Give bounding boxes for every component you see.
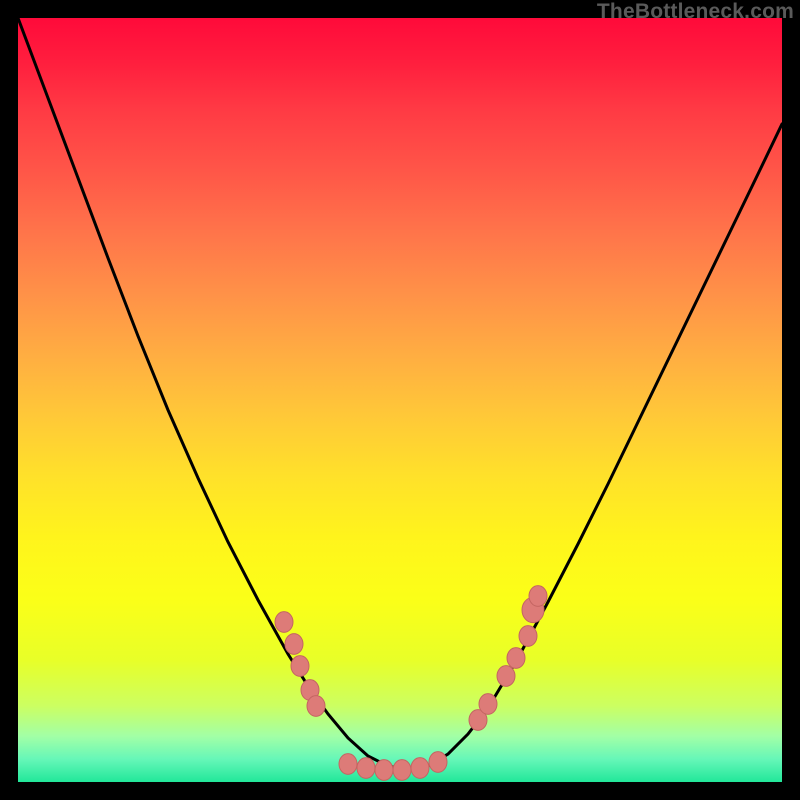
curve-marker <box>275 612 293 633</box>
curve-marker <box>507 648 525 669</box>
curve-marker <box>497 666 515 687</box>
curve-marker <box>519 626 537 647</box>
curve-marker <box>285 634 303 655</box>
curve-marker <box>429 752 447 773</box>
curve-marker <box>529 586 547 607</box>
curve-marker <box>307 696 325 717</box>
plot-area <box>18 18 782 782</box>
watermark-text: TheBottleneck.com <box>597 0 794 24</box>
bottleneck-curve <box>18 18 782 770</box>
chart-frame: TheBottleneck.com <box>0 0 800 800</box>
markers-group <box>275 586 547 781</box>
curve-marker <box>393 760 411 781</box>
curve-marker <box>375 760 393 781</box>
curve-marker <box>291 656 309 677</box>
curve-marker <box>339 754 357 775</box>
curve-marker <box>357 758 375 779</box>
chart-svg <box>18 18 782 782</box>
curve-marker <box>411 758 429 779</box>
curve-marker <box>479 694 497 715</box>
